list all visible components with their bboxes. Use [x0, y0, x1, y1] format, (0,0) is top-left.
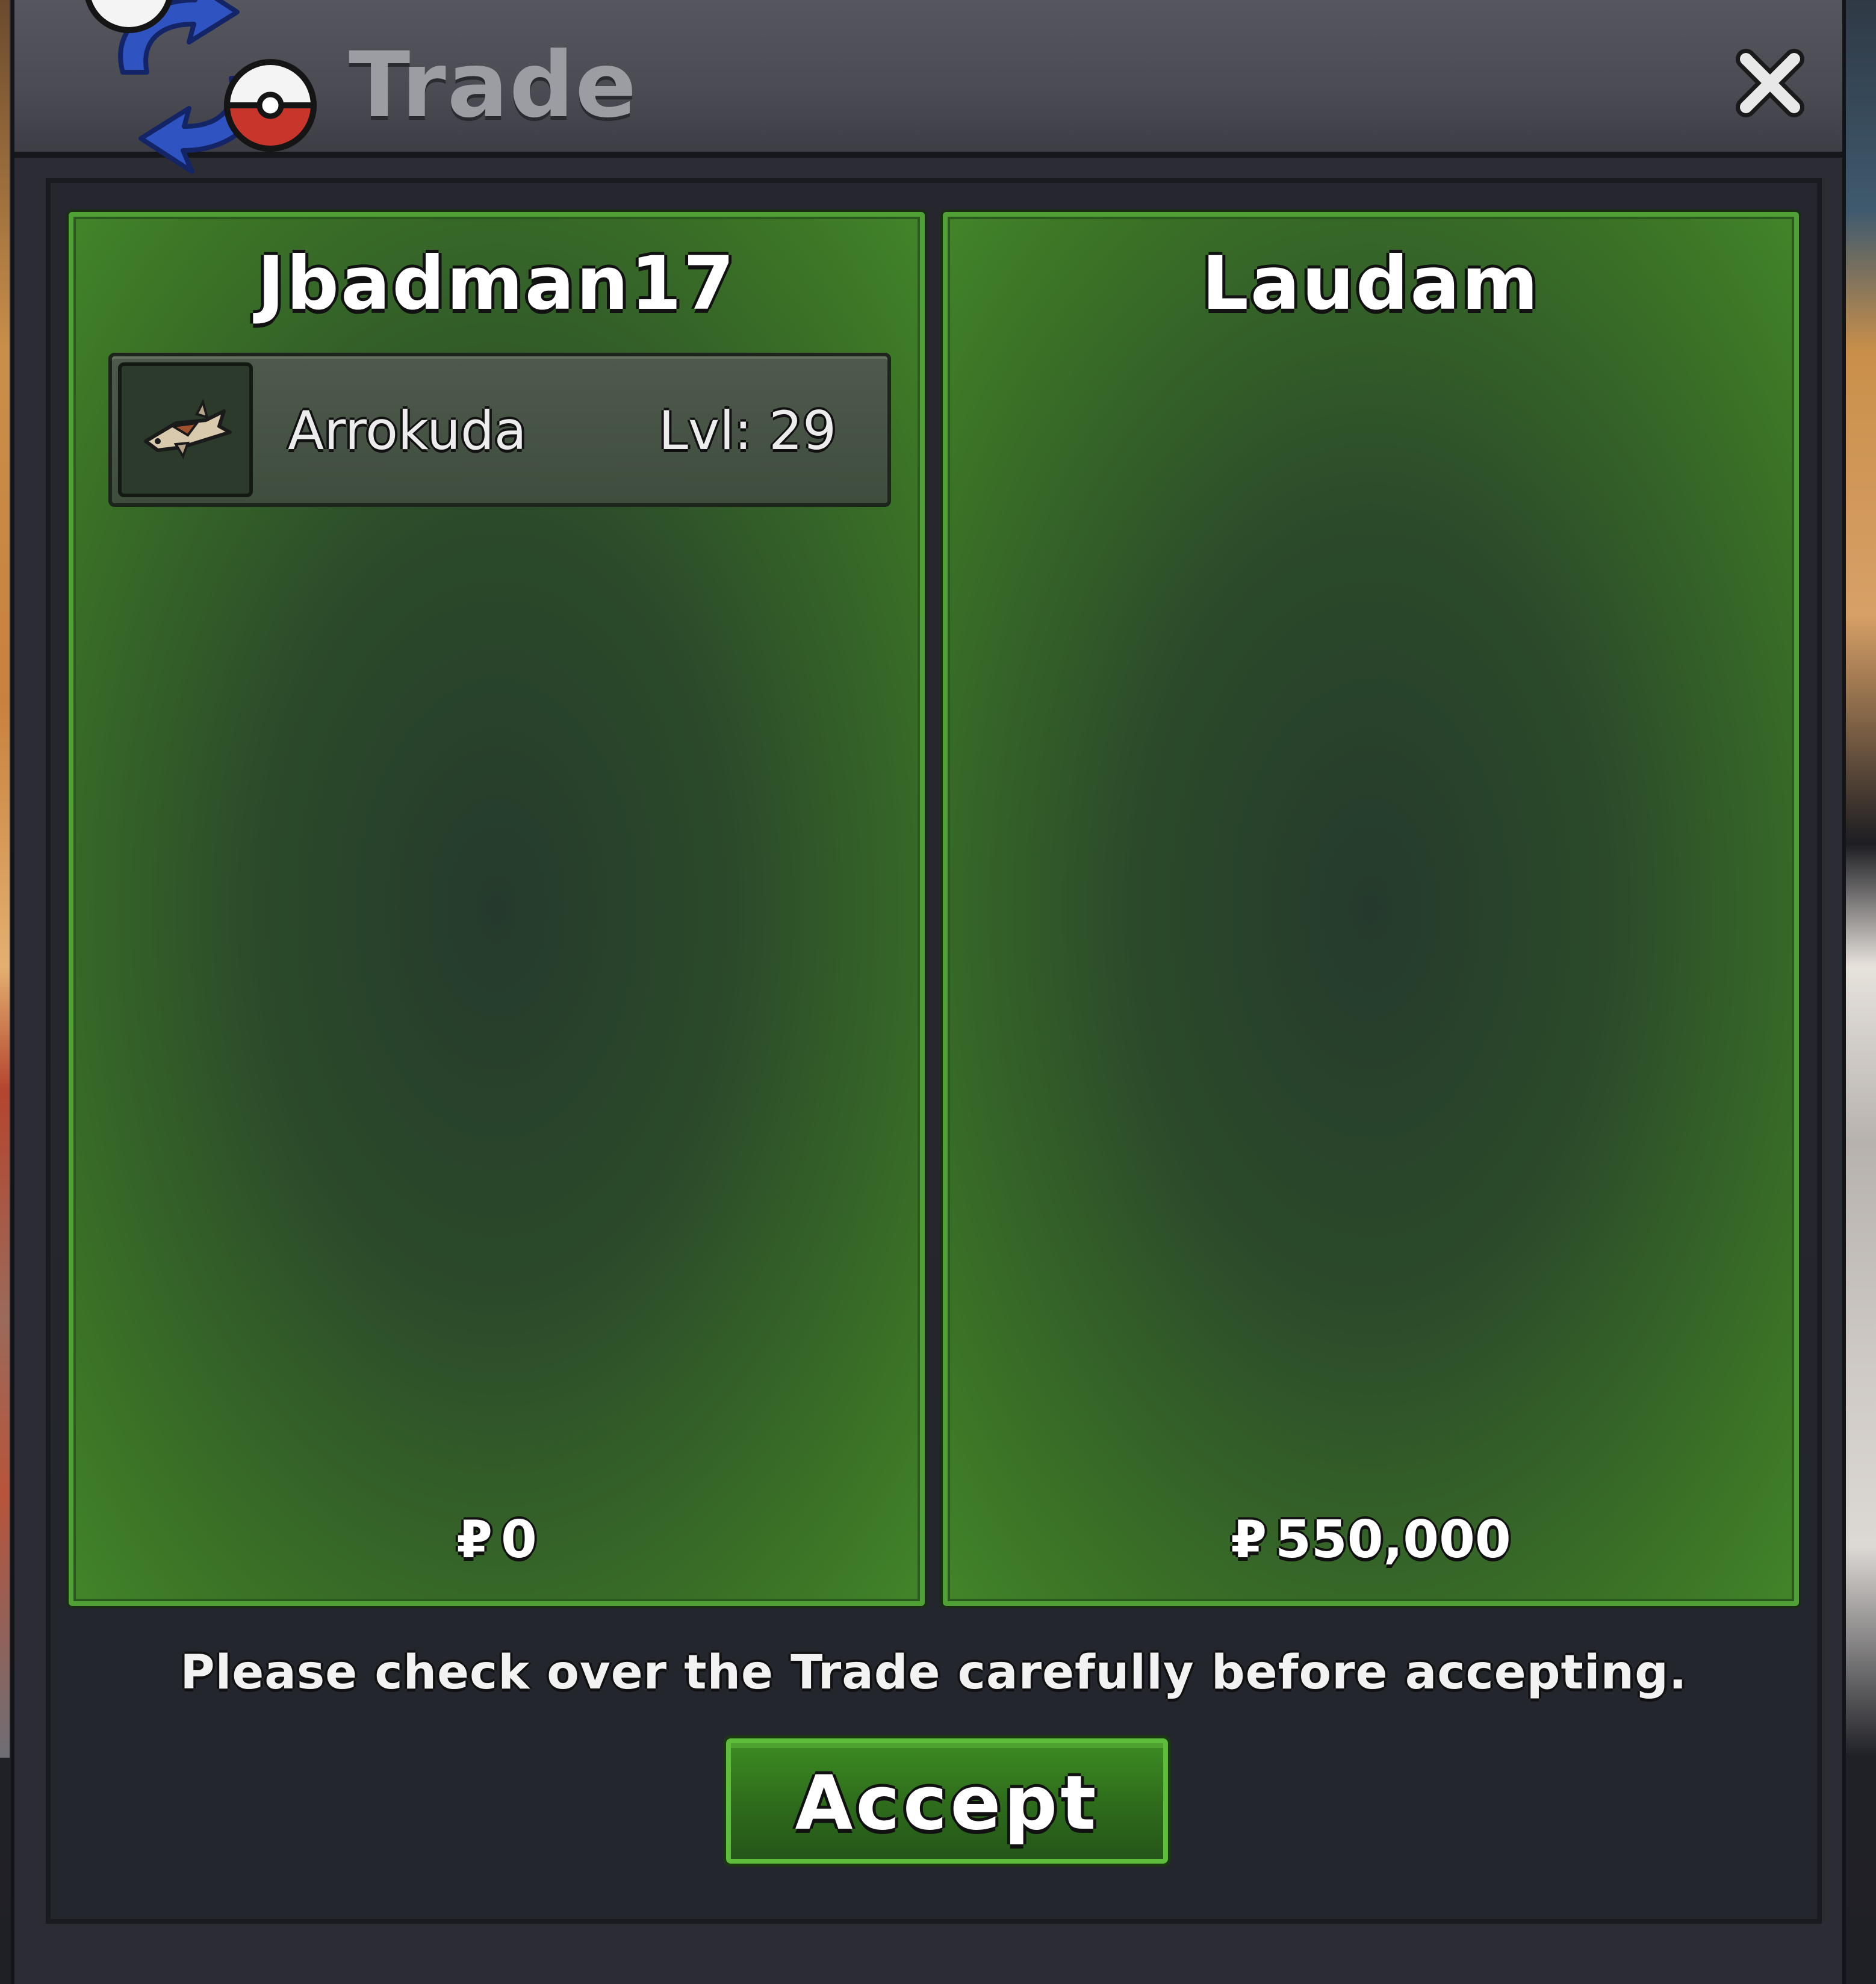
pokemon-name: Arrokuda	[288, 400, 527, 462]
trade-warning-text: Please check over the Trade carefully be…	[180, 1646, 1688, 1700]
item-icon-slot	[118, 362, 253, 497]
trade-window: Trade Jbadman17 Arrokuda Lvl: 29 ₽ 0 Lau…	[11, 0, 1846, 1984]
offer-panel-laudam: Laudam ₽550,000	[943, 212, 1799, 1606]
trade-swap-pokeball-icon	[85, 0, 317, 174]
game-screen: Trade Jbadman17 Arrokuda Lvl: 29 ₽ 0 Lau…	[0, 0, 1876, 1984]
close-x-icon[interactable]	[1734, 47, 1806, 119]
money-amount: 550,000	[1275, 1510, 1511, 1570]
pokedollar-icon: ₽	[456, 1510, 492, 1570]
money-amount: 0	[501, 1510, 537, 1570]
window-title: Trade	[349, 33, 638, 138]
pokemon-level: Lvl: 29	[659, 400, 837, 462]
money-offer: ₽550,000	[948, 1510, 1794, 1570]
accept-button-label: Accept	[795, 1760, 1099, 1847]
accept-button[interactable]: Accept	[726, 1738, 1168, 1864]
trade-content: Jbadman17 Arrokuda Lvl: 29 ₽ 0 Laudam ₽ …	[46, 178, 1822, 1924]
player-name: Jbadman17	[257, 241, 736, 326]
money-offer: ₽0	[73, 1510, 920, 1570]
arrokuda-fish-icon	[144, 398, 232, 459]
offer-item-arrokuda[interactable]: Arrokuda Lvl: 29	[108, 353, 891, 507]
pokedollar-icon: ₽	[1231, 1510, 1267, 1570]
background-world-left	[0, 0, 10, 1758]
offer-panel-jbadman17: Jbadman17 Arrokuda Lvl: 29 ₽ 0	[69, 212, 925, 1606]
player-name: Laudam	[1202, 241, 1540, 326]
background-world-right	[1845, 0, 1876, 1758]
